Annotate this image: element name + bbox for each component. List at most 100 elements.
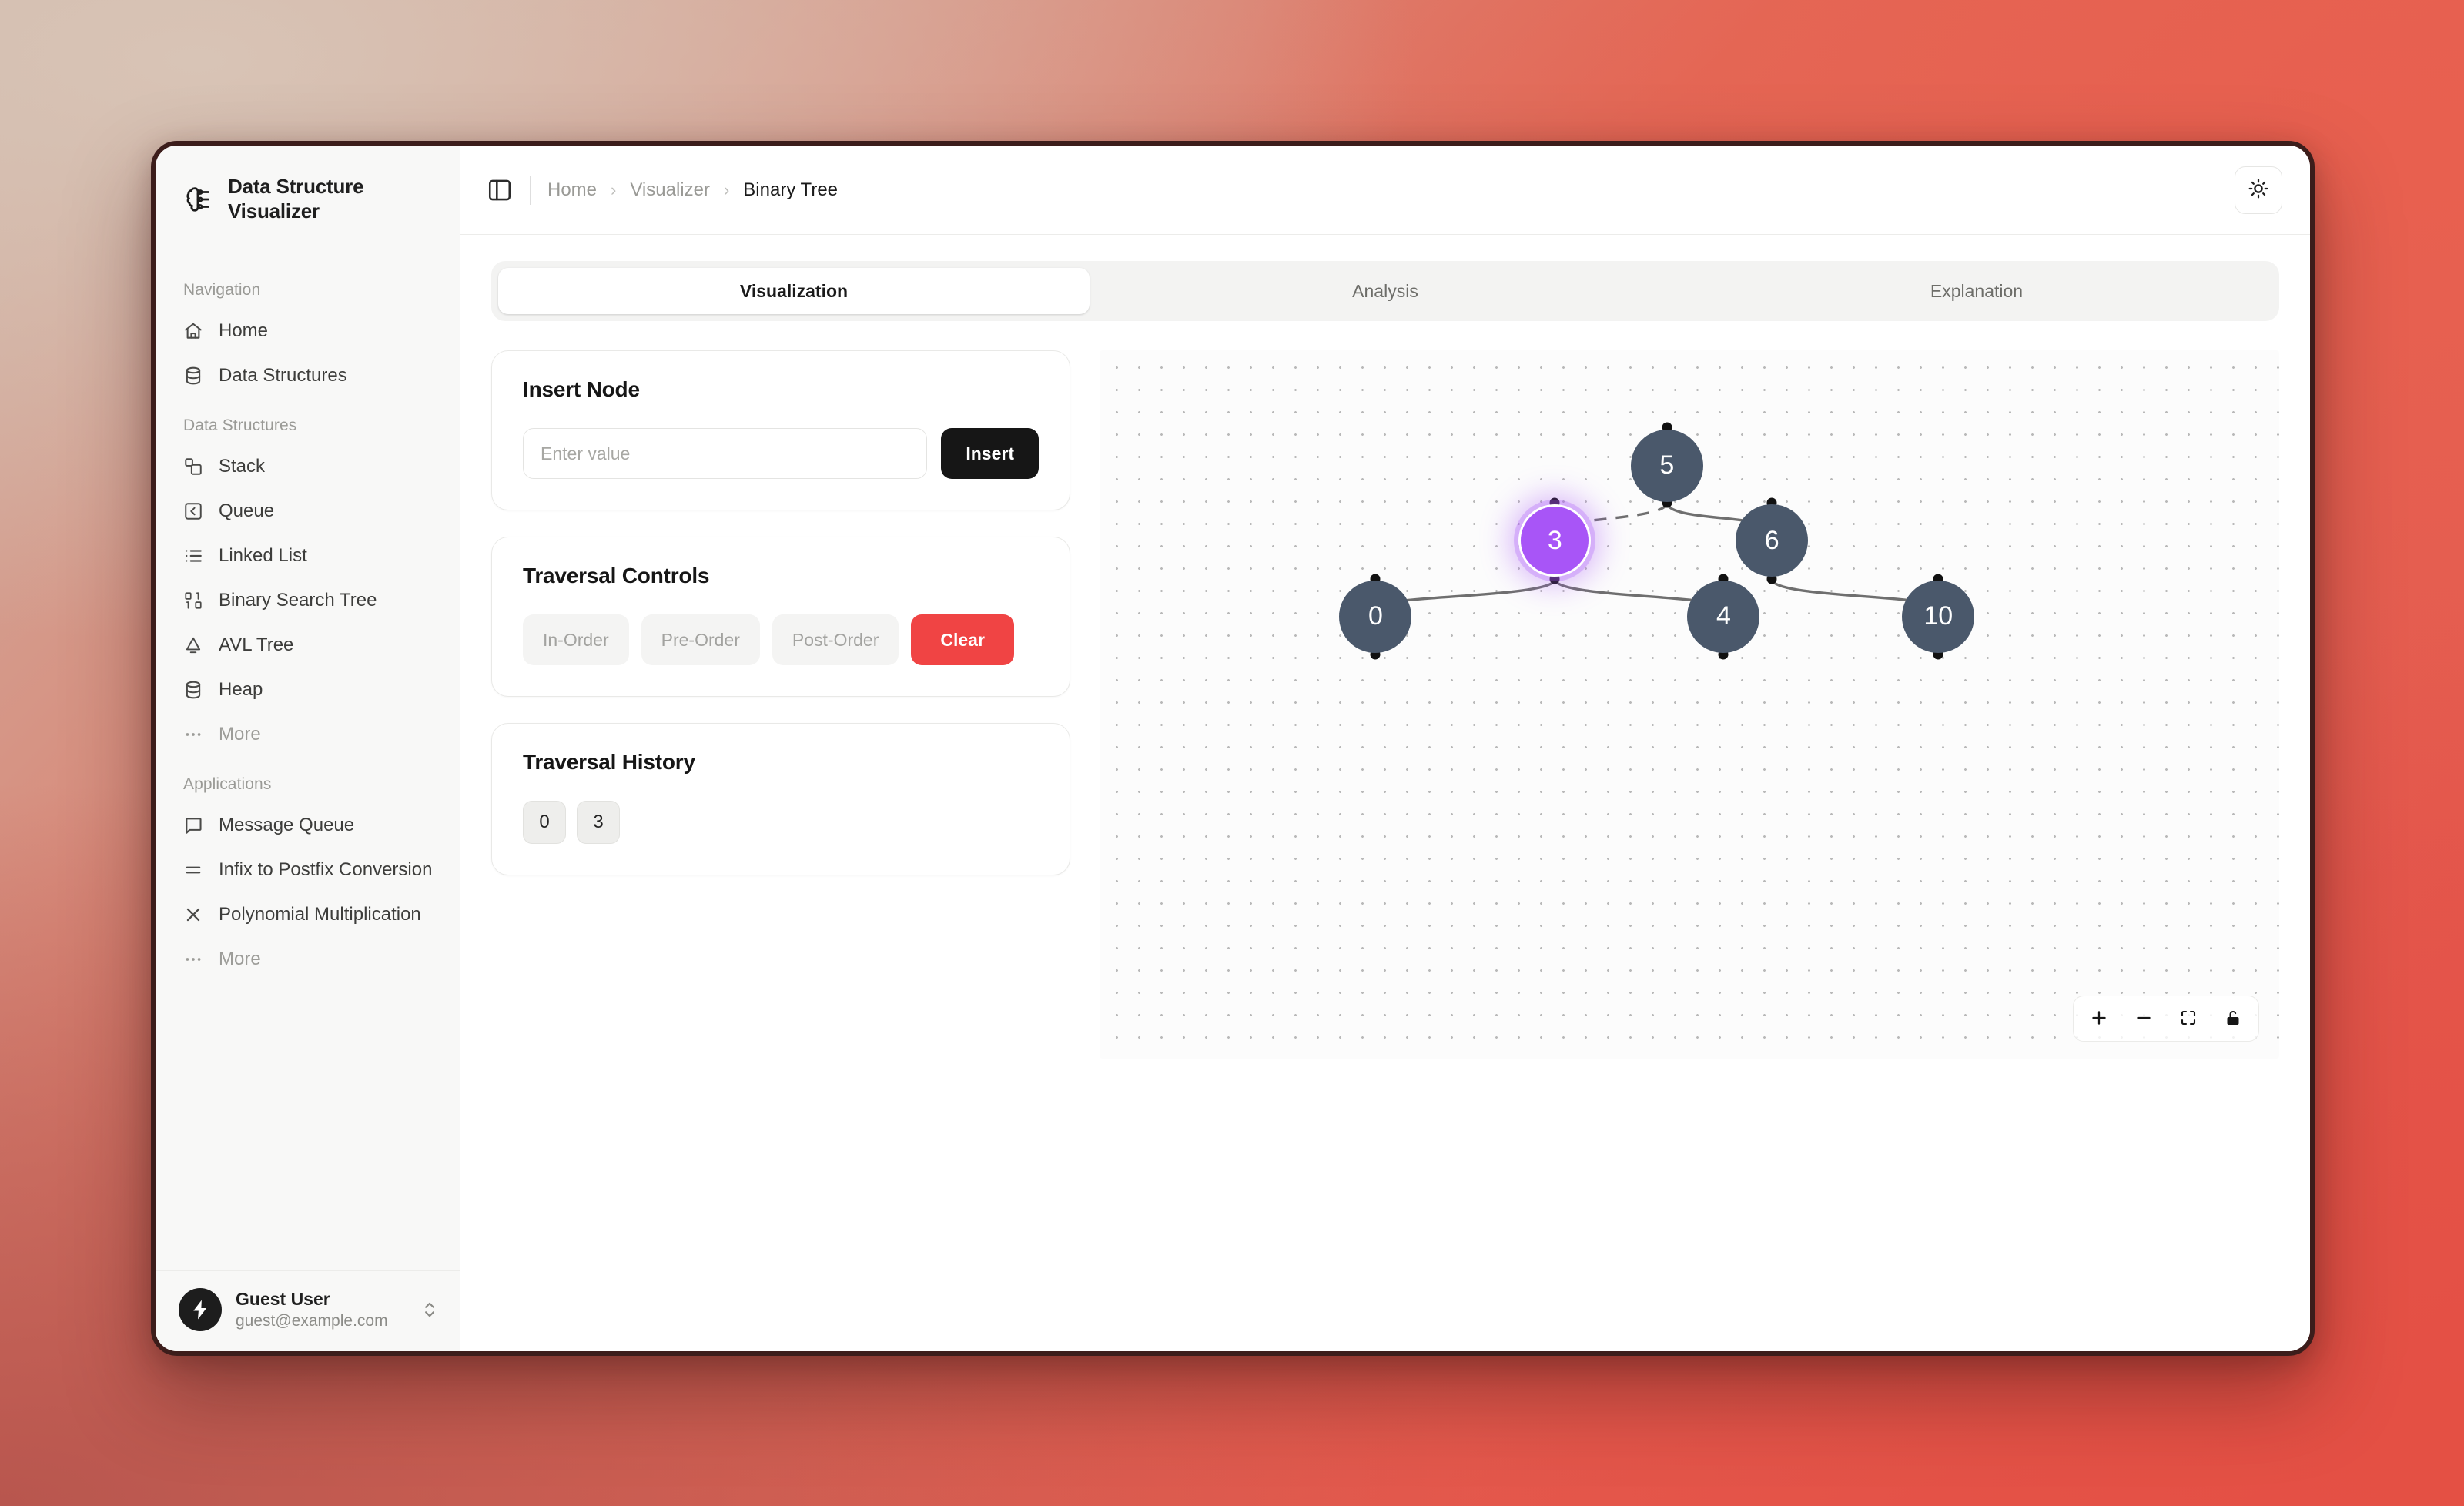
sidebar-item-label: More (219, 724, 261, 745)
ellipsis-icon (183, 949, 203, 969)
brand-header[interactable]: Data Structure Visualizer (156, 146, 460, 254)
tab-bar: Visualization Analysis Explanation (491, 261, 2279, 321)
pre-order-button[interactable]: Pre-Order (641, 614, 760, 665)
brand-title: Data Structure Visualizer (228, 175, 364, 223)
controls-column: Insert Node Insert Traversal Controls (491, 350, 1070, 875)
sidebar-item-linked-list[interactable]: Linked List (156, 534, 460, 578)
main-area: Home › Visualizer › Binary Tree Visualiz… (460, 146, 2310, 1351)
content: Visualization Analysis Explanation Inser… (460, 235, 2310, 1351)
sidebar-item-avl-tree[interactable]: AVL Tree (156, 623, 460, 668)
sidebar-item-home[interactable]: Home (156, 309, 460, 353)
sidebar-item-label: AVL Tree (219, 634, 294, 656)
sidebar-item-stack[interactable]: Stack (156, 444, 460, 489)
sidebar-item-heap[interactable]: Heap (156, 668, 460, 712)
insert-node-title: Insert Node (523, 377, 640, 401)
sidebar-item-label: Stack (219, 456, 266, 477)
sidebar-item-more-applications[interactable]: More (156, 937, 460, 982)
tree-node-5[interactable]: 5 (1630, 429, 1703, 502)
insert-row: Insert (523, 428, 1039, 479)
tree-node-4[interactable]: 4 (1687, 580, 1760, 653)
post-order-button[interactable]: Post-Order (772, 614, 899, 665)
sidebar-item-label: More (219, 949, 261, 970)
layers-icon (183, 457, 203, 477)
tree-node-3[interactable]: 3 (1518, 504, 1592, 577)
nav-group-label-navigation: Navigation (183, 281, 261, 300)
maximize-icon (2179, 1009, 2198, 1029)
tree-canvas[interactable]: 5 3 6 0 4 10 (1100, 350, 2279, 1059)
ellipsis-icon (183, 725, 203, 745)
sidebar-item-label: Home (219, 320, 269, 342)
lock-open-icon (2224, 1009, 2242, 1029)
database-icon (183, 366, 203, 386)
insert-value-input[interactable] (523, 428, 928, 479)
binary-icon (183, 591, 203, 611)
toggle-interactivity-button[interactable] (2212, 1001, 2254, 1036)
tab-visualization[interactable]: Visualization (498, 268, 1090, 314)
nav-group-navigation: Navigation Home Data Structures (156, 273, 460, 398)
tree-node-10[interactable]: 10 (1902, 580, 1975, 653)
breadcrumb-item-binary-tree: Binary Tree (743, 179, 839, 200)
zoom-in-button[interactable] (2078, 1001, 2120, 1036)
sidebar-item-data-structures[interactable]: Data Structures (156, 353, 460, 398)
topbar: Home › Visualizer › Binary Tree (460, 146, 2310, 235)
sidebar: Data Structure Visualizer Navigation Hom… (156, 146, 460, 1351)
breadcrumb-separator: › (611, 179, 617, 199)
brand-title-line1: Data Structure (228, 175, 364, 198)
user-meta: Guest User guest@example.com (236, 1288, 406, 1331)
traversal-controls-title: Traversal Controls (523, 564, 710, 587)
user-email: guest@example.com (236, 1311, 388, 1330)
message-icon (183, 815, 203, 835)
sun-icon (2248, 178, 2269, 202)
fit-view-button[interactable] (2168, 1001, 2209, 1036)
user-name: Guest User (236, 1288, 330, 1309)
topbar-divider (530, 175, 531, 205)
sidebar-item-label: Polynomial Multiplication (219, 904, 421, 925)
tab-analysis[interactable]: Analysis (1090, 268, 1681, 314)
minus-icon (2134, 1008, 2154, 1030)
history-chip: 0 (523, 801, 566, 844)
traversal-controls-card: Traversal Controls In-Order Pre-Order Po… (491, 537, 1070, 697)
sidebar-item-more-data-structures[interactable]: More (156, 712, 460, 757)
insert-button[interactable]: Insert (941, 428, 1039, 479)
triangle-icon (183, 635, 203, 655)
sidebar-nav: Navigation Home Data Structures Data Str… (156, 253, 460, 1270)
app-window: Data Structure Visualizer Navigation Hom… (151, 141, 2315, 1356)
in-order-button[interactable]: In-Order (523, 614, 629, 665)
traversal-history-body: 0 3 (523, 801, 1039, 844)
home-icon (183, 321, 203, 341)
clear-button[interactable]: Clear (911, 614, 1014, 665)
lightning-bolt-icon (193, 1300, 207, 1320)
traversal-controls-body: In-Order Pre-Order Post-Order Clear (523, 614, 1039, 665)
traversal-history-card: Traversal History 0 3 (491, 723, 1070, 875)
breadcrumb-separator: › (723, 179, 730, 199)
panel-left-icon[interactable] (487, 177, 513, 203)
nav-group-label-data-structures: Data Structures (183, 417, 297, 435)
nav-group-label-applications: Applications (183, 775, 272, 794)
traversal-history-title: Traversal History (523, 750, 695, 774)
database-icon (183, 680, 203, 700)
zoom-out-button[interactable] (2123, 1001, 2164, 1036)
traversal-buttons-row: In-Order Pre-Order Post-Order Clear (523, 614, 1039, 665)
sidebar-item-infix-to-postfix[interactable]: Infix to Postfix Conversion (156, 848, 460, 892)
nav-group-applications: Applications Message Queue Infix to Post… (156, 768, 460, 982)
breadcrumb-item-home[interactable]: Home (547, 179, 597, 201)
equals-icon (183, 860, 203, 880)
x-icon (183, 905, 203, 925)
sidebar-item-message-queue[interactable]: Message Queue (156, 803, 460, 848)
sidebar-item-label: Infix to Postfix Conversion (219, 859, 433, 881)
sidebar-item-label: Data Structures (219, 365, 347, 387)
sidebar-item-polynomial-multiplication[interactable]: Polynomial Multiplication (156, 892, 460, 937)
insert-node-card: Insert Node Insert (491, 350, 1070, 510)
user-profile-button[interactable]: Guest User guest@example.com (156, 1270, 460, 1351)
insert-node-body: Insert (523, 428, 1039, 479)
sidebar-item-queue[interactable]: Queue (156, 489, 460, 534)
sidebar-item-label: Binary Search Tree (219, 590, 377, 611)
tab-explanation[interactable]: Explanation (1681, 268, 2272, 314)
theme-toggle-button[interactable] (2235, 166, 2282, 214)
tree-node-6[interactable]: 6 (1736, 504, 1809, 577)
sidebar-item-label: Queue (219, 500, 275, 522)
sidebar-item-binary-search-tree[interactable]: Binary Search Tree (156, 578, 460, 623)
plus-icon (2089, 1008, 2109, 1030)
tree-node-0[interactable]: 0 (1339, 580, 1412, 653)
breadcrumb-item-visualizer[interactable]: Visualizer (630, 179, 710, 201)
